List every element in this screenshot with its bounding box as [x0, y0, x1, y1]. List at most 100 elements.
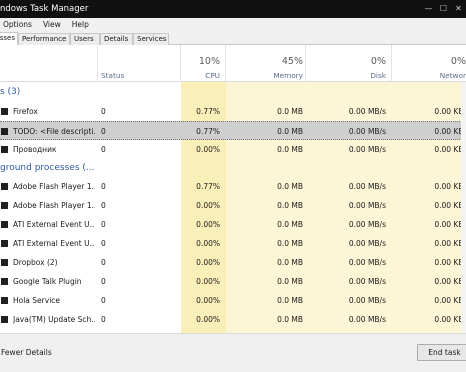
firefox-icon — [1, 108, 8, 115]
process-cpu: 0.00% — [196, 220, 220, 229]
process-network: 0.00 KB/ — [434, 107, 466, 116]
process-row[interactable]: Firefox 0 0.77% 0.0 MB 0.00 MB/s 0.00 KB… — [0, 102, 466, 121]
process-row[interactable]: Adobe Flash Player 1... 0 0.00% 0.0 MB 0… — [0, 196, 466, 215]
memory-percent: 45% — [281, 56, 303, 67]
app-icon — [1, 297, 8, 304]
process-status: 0 — [101, 315, 106, 324]
column-header: Status 10% CPU 45% Memory 0% Disk 0% Net… — [0, 45, 466, 82]
column-divider[interactable] — [305, 45, 306, 82]
process-name: ATI External Event U... — [13, 239, 95, 248]
background-section-header[interactable]: ground processes (... — [0, 161, 466, 175]
tab-details[interactable]: Details — [100, 33, 133, 45]
process-cpu: 0.77% — [196, 127, 220, 136]
process-status: 0 — [101, 145, 106, 154]
process-disk: 0.00 MB/s — [348, 220, 386, 229]
close-button[interactable]: ✕ — [451, 0, 466, 18]
process-disk: 0.00 MB/s — [348, 127, 386, 136]
process-disk: 0.00 MB/s — [348, 201, 386, 210]
process-name: Проводник — [13, 145, 57, 154]
window-title: ndows Task Manager — [0, 4, 89, 14]
app-icon — [1, 183, 8, 190]
column-divider[interactable] — [391, 45, 392, 82]
process-name: Google Talk Plugin — [13, 277, 82, 286]
java-icon — [1, 316, 8, 323]
dropbox-icon — [1, 259, 8, 266]
process-memory: 0.0 MB — [277, 127, 303, 136]
column-divider[interactable] — [97, 45, 98, 82]
process-name: Dropbox (2) — [13, 258, 58, 267]
process-cpu: 0.00% — [196, 239, 220, 248]
process-network: 0.00 KB/ — [434, 239, 466, 248]
process-row[interactable]: ATI External Event U... 0 0.00% 0.0 MB 0… — [0, 215, 466, 234]
process-status: 0 — [101, 239, 106, 248]
process-name: Hola Service — [13, 296, 61, 305]
window-controls: — ☐ ✕ — [421, 0, 466, 18]
process-row[interactable]: Adobe Flash Player 1... 0 0.77% 0.0 MB 0… — [0, 177, 466, 196]
title-bar: ndows Task Manager — ☐ ✕ — [0, 0, 466, 18]
process-memory: 0.0 MB — [277, 296, 303, 305]
process-network: 0.00 KB/ — [434, 315, 466, 324]
tab-users[interactable]: Users — [70, 33, 100, 45]
process-name: TODO: <File descripti... — [13, 127, 95, 136]
process-status: 0 — [101, 201, 106, 210]
process-memory: 0.0 MB — [277, 277, 303, 286]
process-disk: 0.00 MB/s — [348, 258, 386, 267]
cpu-percent: 10% — [198, 56, 220, 67]
process-row[interactable]: ATI External Event U... 0 0.00% 0.0 MB 0… — [0, 234, 466, 253]
app-icon — [1, 278, 8, 285]
process-status: 0 — [101, 296, 106, 305]
process-status: 0 — [101, 182, 106, 191]
minimize-button[interactable]: — — [421, 0, 436, 18]
process-row[interactable]: Проводник 0 0.00% 0.0 MB 0.00 MB/s 0.00 … — [0, 140, 466, 159]
process-row[interactable]: Java(TM) Update Sch... 0 0.00% 0.0 MB 0.… — [0, 310, 466, 329]
process-row[interactable]: Hola Service 0 0.00% 0.0 MB 0.00 MB/s 0.… — [0, 291, 466, 310]
menu-help[interactable]: Help — [72, 20, 89, 29]
process-row[interactable]: Dropbox (2) 0 0.00% 0.0 MB 0.00 MB/s 0.0… — [0, 253, 466, 272]
disk-percent: 0% — [370, 56, 386, 67]
menu-options[interactable]: Options — [3, 20, 32, 29]
vertical-scrollbar[interactable] — [461, 82, 466, 333]
process-name: Adobe Flash Player 1... — [13, 182, 95, 191]
end-task-button[interactable]: End task — [417, 344, 466, 361]
tab-processes[interactable]: sses — [0, 32, 18, 46]
process-memory: 0.0 MB — [277, 107, 303, 116]
process-memory: 0.0 MB — [277, 239, 303, 248]
network-column-header[interactable]: Networ — [392, 71, 466, 80]
process-cpu: 0.00% — [196, 201, 220, 210]
apps-section-header[interactable]: s (3) — [0, 85, 466, 99]
process-network: 0.00 KB/ — [434, 182, 466, 191]
maximize-button[interactable]: ☐ — [436, 0, 451, 18]
tab-services[interactable]: Services — [133, 33, 169, 45]
process-memory: 0.0 MB — [277, 201, 303, 210]
app-icon — [1, 240, 8, 247]
process-name: Adobe Flash Player 1... — [13, 201, 95, 210]
process-disk: 0.00 MB/s — [348, 315, 386, 324]
process-disk: 0.00 MB/s — [348, 277, 386, 286]
memory-column-header[interactable]: Memory — [226, 71, 303, 80]
process-network: 0.00 KB/ — [434, 258, 466, 267]
menu-view[interactable]: View — [43, 20, 61, 29]
column-divider[interactable] — [180, 45, 181, 82]
fewer-details-button[interactable]: Fewer Details — [1, 348, 52, 357]
process-cpu: 0.77% — [196, 182, 220, 191]
process-row[interactable]: Google Talk Plugin 0 0.00% 0.0 MB 0.00 M… — [0, 272, 466, 291]
app-icon — [1, 128, 8, 135]
process-disk: 0.00 MB/s — [348, 239, 386, 248]
process-network: 0.00 KB/ — [434, 127, 466, 136]
process-memory: 0.0 MB — [277, 258, 303, 267]
process-row-selected[interactable]: TODO: <File descripti... 0 0.77% 0.0 MB … — [0, 121, 466, 140]
tab-performance[interactable]: Performance — [18, 33, 70, 45]
process-cpu: 0.00% — [196, 258, 220, 267]
cpu-column-header[interactable]: CPU — [181, 71, 220, 80]
process-name: ATI External Event U... — [13, 220, 95, 229]
status-column-header[interactable]: Status — [101, 71, 124, 80]
process-status: 0 — [101, 107, 106, 116]
column-divider[interactable] — [225, 45, 226, 82]
menu-bar: Options View Help — [0, 18, 466, 31]
disk-column-header[interactable]: Disk — [306, 71, 386, 80]
process-network: 0.00 KB/ — [434, 145, 466, 154]
explorer-icon — [1, 146, 8, 153]
process-cpu: 0.00% — [196, 277, 220, 286]
process-memory: 0.0 MB — [277, 315, 303, 324]
process-status: 0 — [101, 220, 106, 229]
